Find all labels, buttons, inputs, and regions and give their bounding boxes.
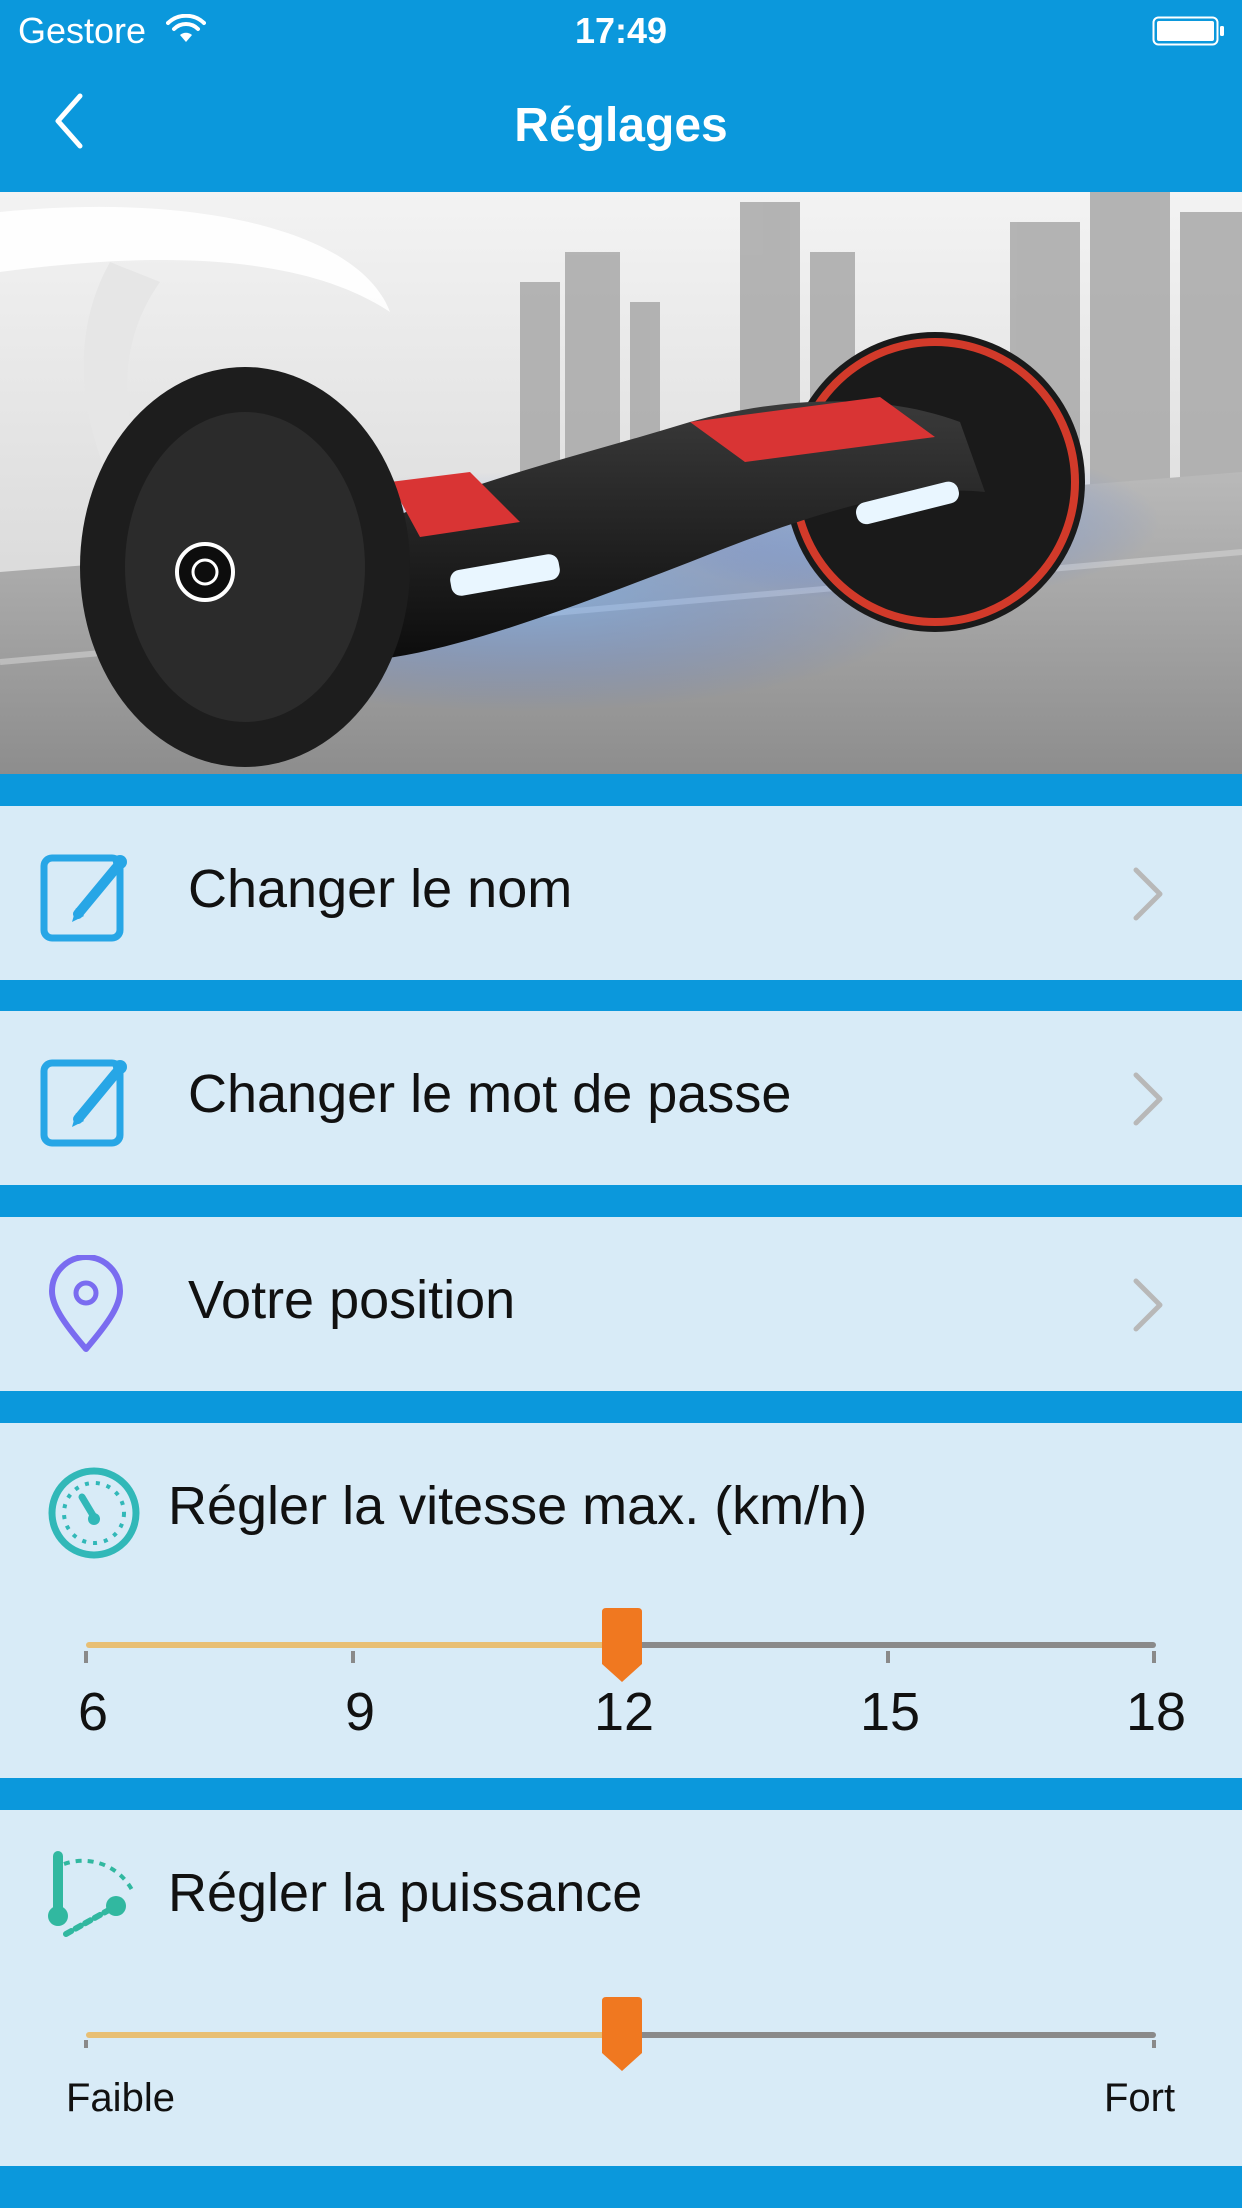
speedometer-icon [48, 1467, 140, 1559]
location-row[interactable]: Votre position [0, 1217, 1242, 1391]
power-max-label: Fort [1104, 2076, 1176, 2120]
change-name-label: Changer le nom [188, 859, 573, 919]
status-bar: Gestore 17:49 [0, 0, 1242, 62]
max-speed-title: Régler la vitesse max. (km/h) [168, 1476, 868, 1536]
hoverboard-image [0, 192, 1242, 774]
location-pin-icon [49, 1255, 123, 1352]
edit-icon [40, 854, 127, 942]
chevron-right-icon [1133, 1278, 1163, 1332]
tick-label-12: 12 [593, 1682, 655, 1742]
change-password-label: Changer le mot de passe [188, 1064, 792, 1124]
tick-label-18: 18 [1125, 1682, 1187, 1742]
power-min-label: Faible [66, 2076, 175, 2120]
tick-mark [1152, 1651, 1156, 1663]
tick-mark [84, 1651, 88, 1663]
tick-mark [84, 2040, 88, 2048]
speed-track-filled [86, 1642, 622, 1648]
tick-label-9: 9 [344, 1682, 376, 1742]
battery-icon [1152, 16, 1224, 46]
chevron-right-icon [1133, 867, 1163, 921]
change-password-row[interactable]: Changer le mot de passe [0, 1011, 1242, 1185]
tick-mark [886, 1651, 890, 1663]
chevron-right-icon [1133, 1072, 1163, 1126]
max-speed-section: Régler la vitesse max. (km/h) 6 9 12 15 … [0, 1423, 1242, 1778]
tick-mark [1152, 2040, 1156, 2048]
power-slider-thumb[interactable] [600, 1997, 644, 2071]
clock: 17:49 [574, 10, 668, 51]
settings-screen: Gestore 17:49 Réglages Changer le nom Ch… [0, 0, 1242, 2208]
navigation-bar: Réglages [0, 62, 1242, 192]
power-track-remaining [622, 2032, 1156, 2038]
tick-label-15: 15 [859, 1682, 921, 1742]
change-name-row[interactable]: Changer le nom [0, 806, 1242, 980]
speed-track-remaining [622, 1642, 1156, 1648]
tick-label-6: 6 [77, 1682, 109, 1742]
location-label: Votre position [188, 1270, 516, 1330]
edit-icon [40, 1059, 127, 1147]
tick-mark [351, 1651, 355, 1663]
page-title: Réglages [514, 99, 728, 152]
speed-slider-thumb[interactable] [600, 1608, 644, 1682]
power-title: Régler la puissance [168, 1863, 643, 1923]
power-track-filled [86, 2032, 622, 2038]
power-section: Régler la puissance Faible Fort [0, 1810, 1242, 2166]
power-gauge-icon [48, 1851, 136, 1937]
